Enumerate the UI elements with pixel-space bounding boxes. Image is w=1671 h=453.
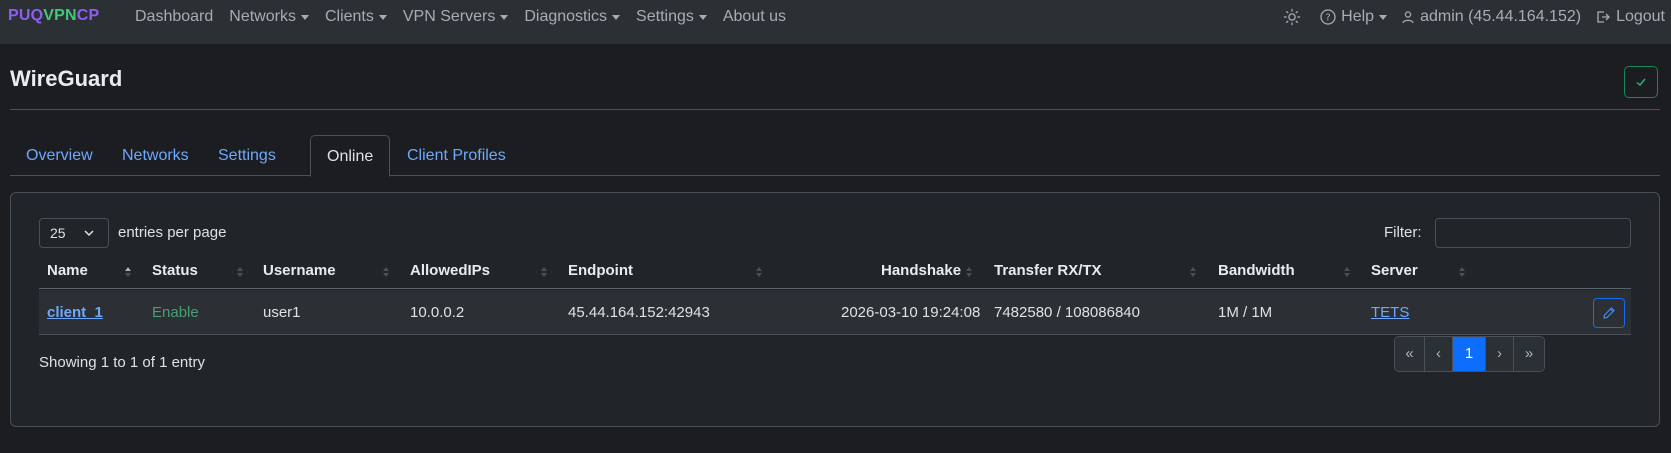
- page-first-button[interactable]: «: [1395, 337, 1425, 371]
- cell-bandwidth: 1M / 1M: [1218, 304, 1273, 321]
- col-endpoint[interactable]: Endpoint: [568, 253, 633, 289]
- chevron-down-icon: [84, 230, 94, 237]
- pagination: « ‹ 1 › »: [1394, 336, 1545, 372]
- tab-online[interactable]: Online: [310, 135, 391, 177]
- logout-icon: [1597, 11, 1610, 23]
- col-status[interactable]: Status: [152, 253, 198, 289]
- sort-icon: [1344, 267, 1350, 277]
- brand-part-puq: PUQ: [8, 7, 44, 24]
- chevron-down-icon: [500, 14, 509, 20]
- tab-overview[interactable]: Overview: [10, 135, 109, 176]
- sort-icon: [541, 267, 547, 277]
- top-navbar: PUQVPNCP Dashboard Networks Clients VPN …: [0, 0, 1671, 44]
- col-server[interactable]: Server: [1371, 253, 1418, 289]
- col-name[interactable]: Name: [47, 253, 88, 289]
- online-clients-card: 25 entries per page Filter: Name Status …: [10, 192, 1660, 427]
- sort-icon: [1190, 267, 1196, 277]
- brand-part-cp: CP: [76, 7, 100, 24]
- entries-per-page-value: 25: [50, 225, 66, 241]
- cell-transfer: 7482580 / 108086840: [994, 304, 1140, 321]
- chevron-down-icon: [378, 14, 387, 20]
- page-prev-button[interactable]: ‹: [1425, 337, 1453, 371]
- tab-settings[interactable]: Settings: [202, 135, 292, 176]
- chevron-down-icon: [698, 14, 707, 20]
- nav-clients[interactable]: Clients: [325, 8, 387, 26]
- nav-right: ? Help admin (45.44.164.152) Logout: [1269, 0, 1665, 34]
- page-1-button[interactable]: 1: [1453, 337, 1486, 371]
- tab-client-profiles[interactable]: Client Profiles: [391, 135, 522, 176]
- table-row: client_1 Enable user1 10.0.0.2 45.44.164…: [39, 290, 1631, 335]
- cell-handshake: 2026-03-10 19:24:08: [841, 304, 981, 321]
- nav-dashboard[interactable]: Dashboard: [135, 8, 213, 26]
- chevron-down-icon: [612, 14, 621, 20]
- filter-label: Filter:: [1384, 224, 1422, 241]
- col-allowed-ips[interactable]: AllowedIPs: [410, 253, 490, 289]
- cell-username: user1: [263, 304, 301, 321]
- theme-toggle[interactable]: [1283, 8, 1306, 26]
- entries-per-page-label: entries per page: [118, 224, 227, 241]
- brand-part-vpn: VPN: [43, 7, 77, 24]
- client-name-link[interactable]: client_1: [47, 304, 103, 321]
- cell-allowed-ips: 10.0.0.2: [410, 304, 465, 321]
- check-icon: [1636, 78, 1646, 86]
- person-icon: [1402, 11, 1414, 24]
- nav-vpn-servers[interactable]: VPN Servers: [403, 8, 509, 26]
- main-nav: Dashboard Networks Clients VPN Servers D…: [135, 0, 802, 34]
- nav-settings[interactable]: Settings: [636, 8, 707, 26]
- table-header: Name Status Username AllowedIPs Endpoint…: [39, 253, 1631, 289]
- col-handshake[interactable]: Handshake: [881, 253, 961, 289]
- nav-diagnostics[interactable]: Diagnostics: [524, 8, 621, 26]
- page-next-button[interactable]: ›: [1486, 337, 1514, 371]
- pencil-icon: [1603, 307, 1615, 319]
- svg-text:?: ?: [1326, 13, 1331, 24]
- table-info: Showing 1 to 1 of 1 entry: [39, 354, 205, 371]
- sort-icon: [756, 267, 762, 277]
- col-transfer[interactable]: Transfer RX/TX: [994, 253, 1102, 289]
- cell-endpoint: 45.44.164.152:42943: [568, 304, 710, 321]
- col-bandwidth[interactable]: Bandwidth: [1218, 253, 1295, 289]
- entries-per-page-select[interactable]: 25: [39, 218, 109, 248]
- title-divider: [10, 109, 1660, 110]
- sort-icon: [383, 267, 389, 277]
- edit-button[interactable]: [1593, 298, 1625, 328]
- filter-input[interactable]: [1435, 218, 1631, 248]
- nav-networks[interactable]: Networks: [229, 8, 309, 26]
- question-circle-icon: ?: [1320, 9, 1336, 25]
- user-menu[interactable]: admin (45.44.164.152): [1401, 8, 1581, 26]
- server-link[interactable]: TETS: [1371, 304, 1409, 321]
- chevron-down-icon: [300, 14, 309, 20]
- sun-icon: [1283, 8, 1301, 26]
- page-last-button[interactable]: »: [1514, 337, 1544, 371]
- tab-networks[interactable]: Networks: [106, 135, 205, 176]
- brand-logo[interactable]: PUQVPNCP: [8, 7, 99, 25]
- nav-about-us[interactable]: About us: [723, 8, 786, 26]
- sort-icon: [1459, 267, 1465, 277]
- tab-bar: Overview Networks Settings Online Client…: [10, 135, 1660, 177]
- chevron-down-icon: [1379, 14, 1388, 20]
- sort-icon: [966, 267, 972, 277]
- col-username[interactable]: Username: [263, 253, 336, 289]
- help-menu[interactable]: ? Help: [1320, 8, 1388, 26]
- page-title: WireGuard: [10, 66, 123, 91]
- logout-link[interactable]: Logout: [1595, 8, 1665, 26]
- sort-icon: [237, 267, 243, 277]
- status-check-button[interactable]: [1624, 66, 1658, 98]
- status-badge: Enable: [152, 304, 199, 321]
- sort-asc-icon: [125, 267, 131, 277]
